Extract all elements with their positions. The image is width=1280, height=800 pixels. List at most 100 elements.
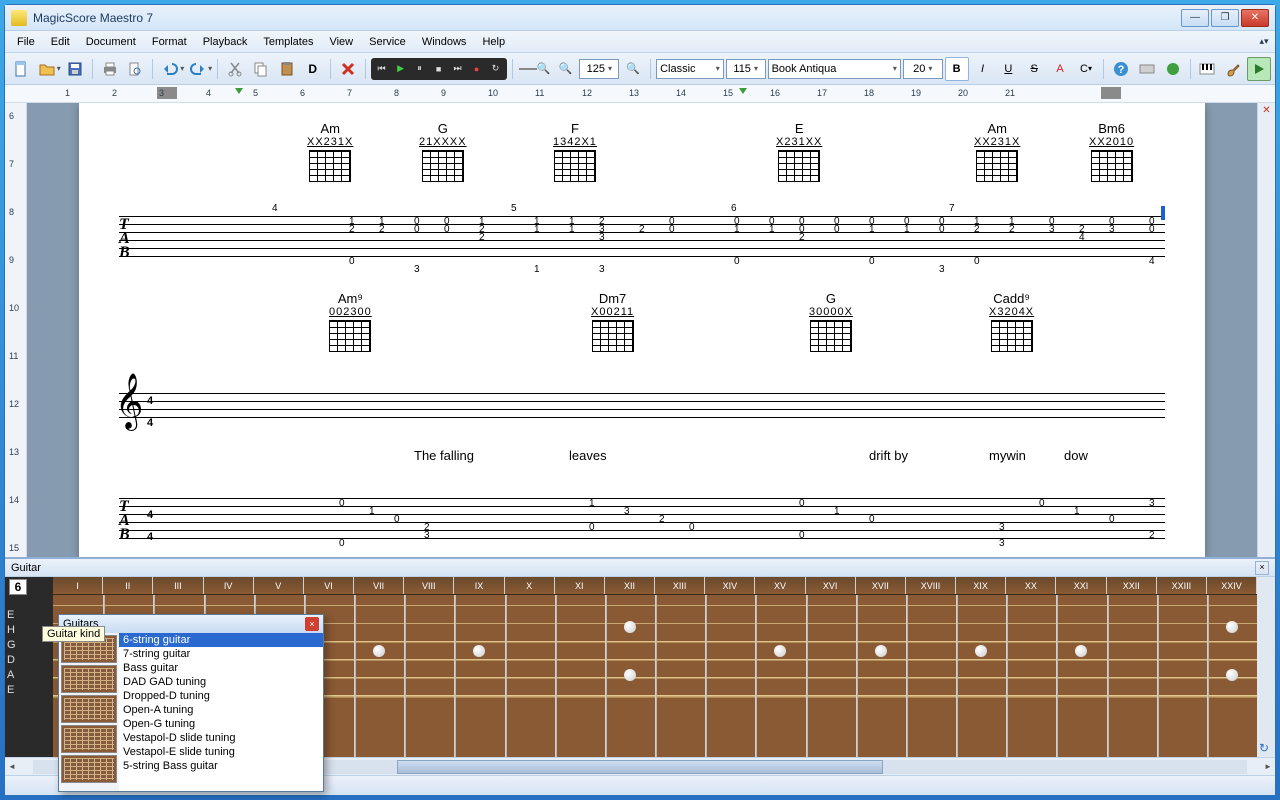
lyric[interactable]: drift by [869,448,908,463]
tab-number[interactable]: 0 [1039,498,1045,509]
tab-number[interactable]: 0 [1109,514,1115,525]
tab-number[interactable]: 1 [1074,506,1080,517]
delete-button[interactable] [336,57,360,81]
tab-number[interactable]: 0 [339,538,345,549]
undo-button[interactable] [158,57,182,81]
minimize-button[interactable]: — [1181,9,1209,27]
style-size-input[interactable]: 115▾ [726,59,766,79]
popup-close-icon[interactable]: × [305,617,319,631]
record-button[interactable]: ● [468,60,486,78]
preview-thumb[interactable] [61,755,117,783]
list-item[interactable]: 5-string Bass guitar [119,759,323,773]
string-count-button[interactable]: 6 [9,579,27,595]
tab-number[interactable]: 0 [974,256,980,267]
tab-number[interactable]: 2 [659,514,665,525]
tab-number[interactable]: 2 [974,224,980,235]
maximize-button[interactable]: ❐ [1211,9,1239,27]
list-item[interactable]: 6-string guitar [119,633,323,647]
bold-button[interactable]: B [945,57,969,81]
preview-thumb[interactable] [61,725,117,753]
tab-number[interactable]: 1 [869,224,875,235]
tab-number[interactable]: 0 [869,256,875,267]
refresh-icon[interactable]: ↻ [1259,741,1269,755]
tab-number[interactable]: 2 [799,232,805,243]
tab-number[interactable]: 2 [639,224,645,235]
tab-number[interactable]: 2 [349,224,355,235]
tab-number[interactable]: 0 [349,256,355,267]
tab-number[interactable]: 0 [734,256,740,267]
list-item[interactable]: 7-string guitar [119,647,323,661]
tab-number[interactable]: 2 [379,224,385,235]
vertical-scrollbar[interactable]: ✕ [1257,103,1275,557]
chord-diagram[interactable]: AmXX231X [974,121,1020,182]
preview-thumb[interactable] [61,695,117,723]
copy-button[interactable] [249,57,273,81]
vertical-ruler[interactable]: 6789101112131415 [5,103,27,557]
menu-windows[interactable]: Windows [414,33,475,51]
tab-number[interactable]: 1 [904,224,910,235]
list-item[interactable]: Dropped-D tuning [119,689,323,703]
menu-service[interactable]: Service [361,33,414,51]
tab-number[interactable]: 0 [869,514,875,525]
close-page-icon[interactable]: ✕ [1260,105,1273,117]
tab-number[interactable]: 0 [669,224,675,235]
close-button[interactable]: ✕ [1241,9,1269,27]
tab-number[interactable]: 3 [599,232,605,243]
chord-diagram[interactable]: F1342X1 [553,121,597,182]
tab-number[interactable]: 0 [394,514,400,525]
help-button[interactable]: ? [1109,57,1133,81]
tab-number[interactable]: 1 [589,498,595,509]
tab-number[interactable]: 3 [999,538,1005,549]
d-button[interactable]: D [301,57,325,81]
tab-number[interactable]: 3 [1149,498,1155,509]
menu-edit[interactable]: Edit [43,33,78,51]
horizontal-ruler[interactable]: 123456789101112131415161718192021 [5,85,1275,103]
stop-button[interactable]: ■ [430,60,448,78]
play-green-button[interactable] [1247,57,1271,81]
tab-number[interactable]: 1 [534,224,540,235]
score-page[interactable]: AmXX231XG21XXXXF1342X1EX231XXAmXX231XBm6… [79,103,1205,557]
underline-button[interactable]: U [996,57,1020,81]
paste-button[interactable] [275,57,299,81]
guitar-panel-close-icon[interactable]: × [1255,561,1269,575]
first-button[interactable]: ⏮ [373,60,391,78]
tab-number[interactable]: 3 [939,264,945,275]
tab-number[interactable]: 0 [689,522,695,533]
font-select[interactable]: Book Antiqua▾ [768,59,901,79]
tab-number[interactable]: 3 [624,506,630,517]
tab-number[interactable]: 1 [834,506,840,517]
keyboard-button[interactable] [1135,57,1159,81]
list-item[interactable]: Vestapol-E slide tuning [119,745,323,759]
lyric[interactable]: The falling [414,448,474,463]
chord-diagram[interactable]: AmXX231X [307,121,353,182]
lyric[interactable]: mywin [989,448,1026,463]
zoom-input[interactable]: 125▾ [579,59,619,79]
color-c-button[interactable]: C▾ [1074,57,1098,81]
chord-diagram[interactable]: EX231XX [776,121,822,182]
tab-number[interactable]: 1 [534,264,540,275]
zoom-reset-button[interactable]: 🔍 [554,57,578,81]
new-button[interactable] [9,57,33,81]
open-button[interactable] [35,57,59,81]
note-staff[interactable]: 𝄞 44 [119,378,1165,433]
list-item[interactable]: Open-G tuning [119,717,323,731]
web-button[interactable] [1161,57,1185,81]
menu-templates[interactable]: Templates [255,33,321,51]
tab-number[interactable]: 4 [1149,256,1155,267]
loop-button[interactable]: ↻ [487,60,505,78]
tab-number[interactable]: 0 [939,224,945,235]
menu-format[interactable]: Format [144,33,195,51]
tab-number[interactable]: 1 [769,224,775,235]
tab-number[interactable]: 1 [569,224,575,235]
lyric[interactable]: dow [1064,448,1088,463]
chord-diagram[interactable]: G30000X [809,291,853,352]
tab-number[interactable]: 3 [1049,224,1055,235]
list-item[interactable]: Bass guitar [119,661,323,675]
list-item[interactable]: Vestapol-D slide tuning [119,731,323,745]
tab-number[interactable]: 3 [414,264,420,275]
list-item[interactable]: DAD GAD tuning [119,675,323,689]
last-button[interactable]: ⏭ [449,60,467,78]
tab-number[interactable]: 1 [734,224,740,235]
piano-icon[interactable] [1196,57,1220,81]
tab-number[interactable]: 2 [479,232,485,243]
